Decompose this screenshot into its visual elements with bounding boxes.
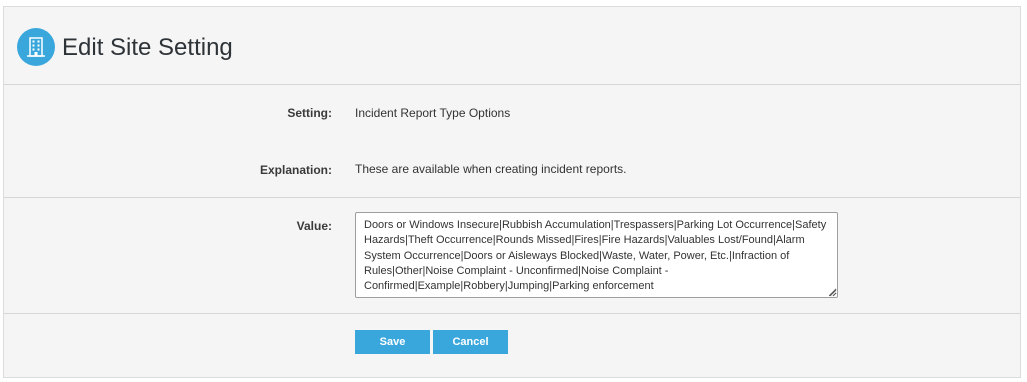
actions-section: Save Cancel xyxy=(4,314,1020,377)
explanation-value: These are available when creating incide… xyxy=(355,162,627,176)
setting-value: Incident Report Type Options xyxy=(355,106,511,120)
value-section: Value: Doors or Windows Insecure|Rubbish… xyxy=(4,198,1020,314)
cancel-button[interactable]: Cancel xyxy=(433,330,508,354)
value-textarea[interactable]: Doors or Windows Insecure|Rubbish Accumu… xyxy=(355,212,838,298)
resize-grip-icon[interactable] xyxy=(829,289,837,297)
panel-header: Edit Site Setting xyxy=(4,7,1020,85)
edit-site-setting-panel: Edit Site Setting Setting: Incident Repo… xyxy=(3,6,1021,378)
setting-label: Setting: xyxy=(287,106,332,120)
page-title: Edit Site Setting xyxy=(62,34,233,61)
save-button[interactable]: Save xyxy=(355,330,430,354)
setting-info-section: Setting: Incident Report Type Options Ex… xyxy=(4,85,1020,198)
building-icon xyxy=(17,28,55,66)
value-label: Value: xyxy=(296,219,332,233)
explanation-label: Explanation: xyxy=(259,163,332,177)
